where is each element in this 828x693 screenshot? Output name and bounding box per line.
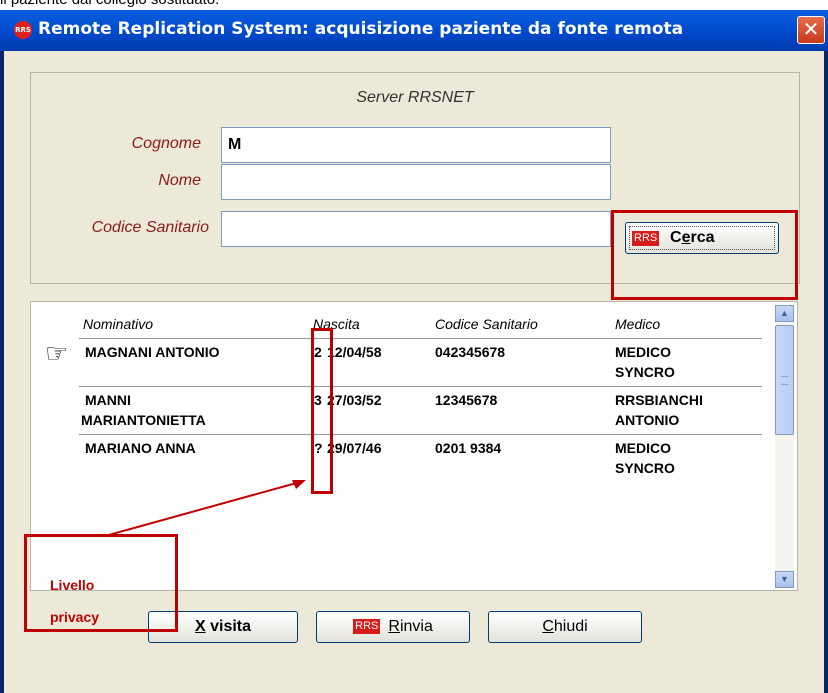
annotation-arrow [104,480,306,537]
